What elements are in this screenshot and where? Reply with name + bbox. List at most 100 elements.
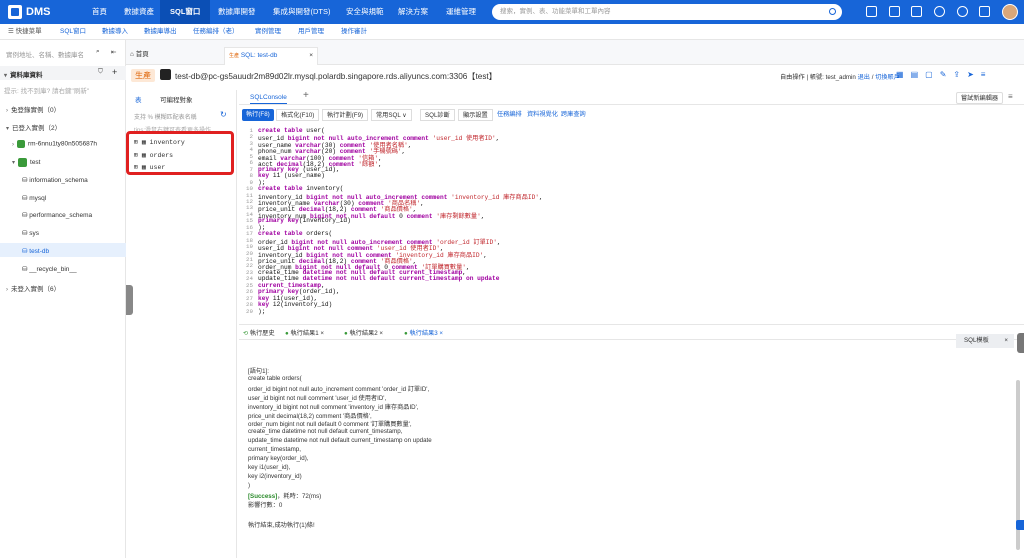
tree-db-group[interactable]: ▾ test bbox=[12, 158, 41, 167]
note-icon[interactable] bbox=[911, 6, 922, 17]
display-settings-button[interactable]: 顯示設置 bbox=[458, 109, 493, 121]
dms-logo[interactable]: DMS bbox=[0, 5, 80, 19]
tree-unlogged2[interactable]: › 未登入實例（6） bbox=[6, 283, 60, 293]
nav-db-dev[interactable]: 數據庫開發 bbox=[218, 0, 256, 24]
tab-tables[interactable]: 表 bbox=[135, 94, 142, 104]
quick-link-instances[interactable]: 實例管理 bbox=[255, 24, 281, 40]
format-button[interactable]: 格式化(F10) bbox=[276, 109, 320, 121]
task-link[interactable]: 任務編排 bbox=[497, 109, 522, 121]
account-info: 自由操作 | 帳號: test_admin 退出 / 切換賬戶 bbox=[780, 74, 900, 81]
nav-sql-window[interactable]: SQL窗口 bbox=[160, 0, 211, 24]
cross-db-link[interactable]: 跨庫查詢 bbox=[561, 109, 586, 121]
close-icon[interactable]: × bbox=[320, 330, 324, 337]
result-line: current_timestamp, bbox=[248, 446, 301, 454]
result-line: key i1(user_id), bbox=[248, 463, 291, 471]
export-icon[interactable]: ⇪ bbox=[953, 70, 967, 79]
nav-data-assets[interactable]: 數據資產 bbox=[124, 0, 154, 24]
bell-icon[interactable] bbox=[979, 6, 990, 17]
code-line: key i2(inventory_id) bbox=[258, 301, 333, 309]
collapse-handle[interactable] bbox=[126, 285, 133, 315]
result-line: ) bbox=[248, 481, 251, 489]
tree-db-item[interactable]: ⛁ mysql bbox=[22, 194, 46, 202]
send-icon[interactable]: ➤ bbox=[967, 70, 981, 79]
floating-tool[interactable] bbox=[1016, 520, 1024, 530]
tree-db-item-selected[interactable]: ⛁ test-db bbox=[22, 247, 49, 255]
tab-programmable[interactable]: 可編程對象 bbox=[160, 94, 193, 104]
grid-icon[interactable]: ▦ bbox=[896, 70, 911, 79]
quick-link-import[interactable]: 數據導入 bbox=[102, 24, 128, 40]
toolbar-icons[interactable]: ▦▤▢✎⇪➤≡ bbox=[896, 70, 992, 79]
line-number: 29 bbox=[246, 307, 253, 315]
caret-right-icon: › bbox=[6, 108, 8, 114]
tree-logged-instances[interactable]: ▾ 已登入實例（2） bbox=[6, 122, 61, 132]
doc-icon[interactable]: ▢ bbox=[925, 70, 940, 79]
quick-link-sql[interactable]: SQL窗口 bbox=[60, 24, 86, 40]
nav-security[interactable]: 安全與規範 bbox=[346, 0, 384, 24]
tree-unlogged-instances[interactable]: › 免登錄實例（0） bbox=[6, 104, 60, 114]
tab-result-2[interactable]: ● 執行結果2 × bbox=[344, 328, 383, 337]
nav-ops[interactable]: 運維管理 bbox=[446, 0, 476, 24]
menu-icon[interactable]: ≡ bbox=[981, 70, 993, 79]
caret-right-icon: › bbox=[6, 287, 8, 293]
tab-result-1[interactable]: ● 執行結果1 × bbox=[285, 328, 324, 337]
tree-instance[interactable]: › rm-6nnu1ty80n505687h bbox=[12, 140, 97, 148]
db-group-icon bbox=[18, 158, 28, 167]
tree-db-item[interactable]: ⛁ __recycle_bin__ bbox=[22, 265, 77, 273]
quick-menu-label[interactable]: ☰ 快捷菜單 bbox=[8, 24, 42, 40]
add-icon[interactable]: + bbox=[112, 67, 117, 77]
menu-icon[interactable]: ≡ bbox=[1008, 92, 1013, 101]
collapse-icon[interactable]: ⇤ bbox=[111, 48, 116, 56]
tab-result-3[interactable]: ● 執行結果3 × bbox=[404, 328, 443, 337]
table-search-input[interactable]: 支持 % 模糊匹配表名稱 bbox=[134, 112, 197, 121]
tab-sqlconsole[interactable]: SQLConsole bbox=[250, 94, 287, 104]
close-icon[interactable]: × bbox=[309, 48, 313, 64]
tree-db-item[interactable]: ⛁ performance_schema bbox=[22, 211, 92, 219]
side-handle[interactable] bbox=[1017, 333, 1024, 353]
global-search-input[interactable]: 搜索，實例、表、功能菜單和工單內容 bbox=[492, 4, 842, 20]
search-icon bbox=[829, 8, 836, 15]
tab-sql-test-db[interactable]: 生產 SQL: test-db × bbox=[224, 47, 318, 65]
caret-down-icon: ▾ bbox=[4, 73, 8, 79]
code-line: ); bbox=[258, 307, 266, 315]
quick-link-users[interactable]: 用戶管理 bbox=[298, 24, 324, 40]
sidebar-header: ▾ 資料庫資料 bbox=[4, 72, 43, 79]
plan-button[interactable]: 執行計劃(F9) bbox=[322, 109, 369, 121]
caret-right-icon: › bbox=[12, 141, 14, 148]
quick-link-export[interactable]: 數據庫導出 bbox=[144, 24, 177, 40]
tree-db-item[interactable]: ⛁ information_schema bbox=[22, 176, 88, 184]
cart-icon[interactable] bbox=[866, 6, 877, 17]
refresh-icon[interactable]: ↻ bbox=[220, 110, 227, 119]
quick-link-task[interactable]: 任務編排（老） bbox=[193, 24, 239, 40]
result-line: create table orders( bbox=[248, 374, 302, 382]
close-icon[interactable]: × bbox=[379, 330, 383, 337]
tab-history[interactable]: ⟲ 執行歷史 bbox=[243, 328, 275, 337]
gear-icon[interactable] bbox=[957, 6, 968, 17]
filter-icon[interactable]: ⛉ bbox=[98, 68, 103, 76]
tab-home[interactable]: ⌂ 首頁 bbox=[130, 47, 149, 65]
sql-diagnose-button[interactable]: SQL診斷 bbox=[420, 109, 455, 121]
document-icon[interactable] bbox=[889, 6, 900, 17]
nav-home[interactable]: 首頁 bbox=[92, 0, 107, 24]
add-tab-icon[interactable]: + bbox=[303, 90, 309, 101]
visualize-link[interactable]: 資料視覺化 bbox=[527, 109, 558, 121]
quick-link-audit[interactable]: 操作審計 bbox=[341, 24, 367, 40]
nav-solutions[interactable]: 解決方案 bbox=[398, 0, 428, 24]
sql-template-button[interactable]: SQL模板 × bbox=[956, 334, 1014, 348]
sidebar-search-input[interactable]: 實例地址、名稱、數據庫名 bbox=[6, 49, 84, 59]
execute-button[interactable]: 執行(F8) bbox=[242, 109, 274, 121]
try-new-editor-button[interactable]: 嘗試新編輯器 bbox=[956, 92, 1004, 104]
close-icon[interactable]: × bbox=[439, 330, 443, 337]
caret-down-icon: ▾ bbox=[12, 160, 16, 167]
tree-db-item[interactable]: ⛁ sys bbox=[22, 229, 39, 237]
dms-logo-icon bbox=[8, 5, 22, 19]
common-sql-dropdown[interactable]: 常用SQL ∨ bbox=[371, 109, 412, 121]
search-icon[interactable]: ⌕ bbox=[96, 48, 100, 56]
result-line: inventory_id bigint not null comment 'in… bbox=[248, 403, 419, 411]
user-avatar[interactable] bbox=[1002, 4, 1018, 20]
instance-icon bbox=[17, 140, 25, 148]
nav-dts[interactable]: 集成與開發(DTS) bbox=[273, 0, 331, 24]
edit-icon[interactable]: ✎ bbox=[940, 70, 954, 79]
help-icon[interactable] bbox=[934, 6, 945, 17]
close-icon[interactable]: × bbox=[1004, 334, 1008, 348]
table-icon[interactable]: ▤ bbox=[911, 70, 926, 79]
